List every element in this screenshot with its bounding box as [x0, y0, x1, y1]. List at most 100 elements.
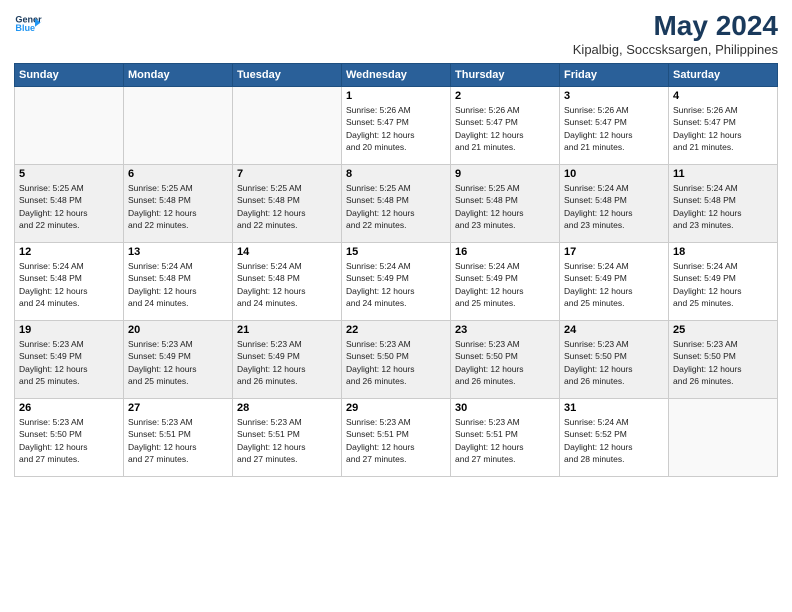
- day-info: Sunrise: 5:23 AM Sunset: 5:49 PM Dayligh…: [19, 338, 119, 387]
- day-info: Sunrise: 5:24 AM Sunset: 5:49 PM Dayligh…: [346, 260, 446, 309]
- day-number: 29: [346, 402, 446, 414]
- calendar-cell: 4Sunrise: 5:26 AM Sunset: 5:47 PM Daylig…: [669, 87, 778, 165]
- day-info: Sunrise: 5:23 AM Sunset: 5:49 PM Dayligh…: [128, 338, 228, 387]
- calendar-cell: 1 Sunrise: 5:26 AM Sunset: 5:47 PM Daylig…: [342, 87, 451, 165]
- day-info: Sunrise: 5:23 AM Sunset: 5:51 PM Dayligh…: [237, 416, 337, 465]
- calendar-cell: 17Sunrise: 5:24 AM Sunset: 5:49 PM Dayli…: [560, 243, 669, 321]
- calendar-cell: 21 Sunrise: 5:23 AM Sunset: 5:49 PM Dayli…: [233, 321, 342, 399]
- day-info: Sunrise: 5:24 AM Sunset: 5:48 PM Dayligh…: [564, 182, 664, 231]
- calendar-cell: 29 Sunrise: 5:23 AM Sunset: 5:51 PM Dayli…: [342, 399, 451, 477]
- day-number: 6: [128, 168, 228, 180]
- calendar-cell: 10 Sunrise: 5:24 AM Sunset: 5:48 PM Dayli…: [560, 165, 669, 243]
- day-info: Sunrise: 5:26 AM Sunset: 5:47 PM Dayligh…: [564, 104, 664, 153]
- logo: General Blue: [14, 10, 42, 38]
- calendar-cell: 16 Sunrise: 5:24 AM Sunset: 5:49 PM Dayli…: [451, 243, 560, 321]
- calendar-cell: 31 Sunrise: 5:24 AM Sunset: 5:52 PM Dayli…: [560, 399, 669, 477]
- calendar-cell: 24 Sunrise: 5:23 AM Sunset: 5:50 PM Dayli…: [560, 321, 669, 399]
- calendar-cell: 11 Sunrise: 5:24 AM Sunset: 5:48 PM Dayli…: [669, 165, 778, 243]
- day-number: 27: [128, 402, 228, 414]
- day-info: Sunrise: 5:23 AM Sunset: 5:50 PM Dayligh…: [455, 338, 555, 387]
- calendar-cell: 8 Sunrise: 5:25 AM Sunset: 5:48 PM Daylig…: [342, 165, 451, 243]
- calendar-cell: [124, 87, 233, 165]
- day-info: Sunrise: 5:26 AM Sunset: 5:47 PM Dayligh…: [455, 104, 555, 153]
- calendar-cell: [669, 399, 778, 477]
- col-header-thursday: Thursday: [451, 64, 560, 87]
- logo-icon: General Blue: [14, 10, 42, 38]
- week-row: 26 Sunrise: 5:23 AM Sunset: 5:50 PM Dayli…: [15, 399, 778, 477]
- day-number: 7: [237, 168, 337, 180]
- header: General Blue May 2024 Kipalbig, Soccsksa…: [14, 10, 778, 57]
- week-row: 19 Sunrise: 5:23 AM Sunset: 5:49 PM Dayli…: [15, 321, 778, 399]
- day-info: Sunrise: 5:23 AM Sunset: 5:51 PM Dayligh…: [128, 416, 228, 465]
- day-info: Sunrise: 5:25 AM Sunset: 5:48 PM Dayligh…: [346, 182, 446, 231]
- day-number: 8: [346, 168, 446, 180]
- calendar-table: SundayMondayTuesdayWednesdayThursdayFrid…: [14, 63, 778, 477]
- day-info: Sunrise: 5:24 AM Sunset: 5:48 PM Dayligh…: [673, 182, 773, 231]
- calendar-cell: 15 Sunrise: 5:24 AM Sunset: 5:49 PM Dayli…: [342, 243, 451, 321]
- day-number: 22: [346, 324, 446, 336]
- col-header-saturday: Saturday: [669, 64, 778, 87]
- day-number: 30: [455, 402, 555, 414]
- day-number: 11: [673, 168, 773, 180]
- day-number: 31: [564, 402, 664, 414]
- day-number: 15: [346, 246, 446, 258]
- day-number: 9: [455, 168, 555, 180]
- col-header-wednesday: Wednesday: [342, 64, 451, 87]
- calendar-cell: 13 Sunrise: 5:24 AM Sunset: 5:48 PM Dayli…: [124, 243, 233, 321]
- calendar-cell: 3Sunrise: 5:26 AM Sunset: 5:47 PM Daylig…: [560, 87, 669, 165]
- page: General Blue May 2024 Kipalbig, Soccsksa…: [0, 0, 792, 612]
- col-header-tuesday: Tuesday: [233, 64, 342, 87]
- day-number: 25: [673, 324, 773, 336]
- day-number: 12: [19, 246, 119, 258]
- day-number: 4: [673, 90, 773, 102]
- day-info: Sunrise: 5:24 AM Sunset: 5:52 PM Dayligh…: [564, 416, 664, 465]
- day-number: 1: [346, 90, 446, 102]
- day-info: Sunrise: 5:25 AM Sunset: 5:48 PM Dayligh…: [237, 182, 337, 231]
- day-number: 23: [455, 324, 555, 336]
- day-info: Sunrise: 5:24 AM Sunset: 5:48 PM Dayligh…: [128, 260, 228, 309]
- day-number: 14: [237, 246, 337, 258]
- col-header-monday: Monday: [124, 64, 233, 87]
- main-title: May 2024: [573, 10, 778, 42]
- calendar-cell: [233, 87, 342, 165]
- day-info: Sunrise: 5:23 AM Sunset: 5:50 PM Dayligh…: [564, 338, 664, 387]
- calendar-cell: 18Sunrise: 5:24 AM Sunset: 5:49 PM Dayli…: [669, 243, 778, 321]
- calendar-cell: 26 Sunrise: 5:23 AM Sunset: 5:50 PM Dayli…: [15, 399, 124, 477]
- calendar-cell: 22Sunrise: 5:23 AM Sunset: 5:50 PM Dayli…: [342, 321, 451, 399]
- title-block: May 2024 Kipalbig, Soccsksargen, Philipp…: [573, 10, 778, 57]
- day-info: Sunrise: 5:23 AM Sunset: 5:51 PM Dayligh…: [455, 416, 555, 465]
- day-info: Sunrise: 5:26 AM Sunset: 5:47 PM Dayligh…: [346, 104, 446, 153]
- day-number: 19: [19, 324, 119, 336]
- calendar-cell: 27 Sunrise: 5:23 AM Sunset: 5:51 PM Dayli…: [124, 399, 233, 477]
- day-number: 16: [455, 246, 555, 258]
- day-info: Sunrise: 5:24 AM Sunset: 5:49 PM Dayligh…: [455, 260, 555, 309]
- day-info: Sunrise: 5:25 AM Sunset: 5:48 PM Dayligh…: [128, 182, 228, 231]
- calendar-cell: 25Sunrise: 5:23 AM Sunset: 5:50 PM Dayli…: [669, 321, 778, 399]
- svg-text:Blue: Blue: [15, 23, 35, 33]
- day-number: 2: [455, 90, 555, 102]
- day-number: 21: [237, 324, 337, 336]
- day-number: 24: [564, 324, 664, 336]
- day-info: Sunrise: 5:23 AM Sunset: 5:49 PM Dayligh…: [237, 338, 337, 387]
- week-row: 1 Sunrise: 5:26 AM Sunset: 5:47 PM Daylig…: [15, 87, 778, 165]
- day-info: Sunrise: 5:24 AM Sunset: 5:48 PM Dayligh…: [19, 260, 119, 309]
- calendar-cell: 9 Sunrise: 5:25 AM Sunset: 5:48 PM Daylig…: [451, 165, 560, 243]
- day-number: 10: [564, 168, 664, 180]
- day-number: 5: [19, 168, 119, 180]
- day-number: 13: [128, 246, 228, 258]
- calendar-cell: 19 Sunrise: 5:23 AM Sunset: 5:49 PM Dayli…: [15, 321, 124, 399]
- calendar-cell: 6 Sunrise: 5:25 AM Sunset: 5:48 PM Daylig…: [124, 165, 233, 243]
- day-number: 26: [19, 402, 119, 414]
- day-info: Sunrise: 5:23 AM Sunset: 5:51 PM Dayligh…: [346, 416, 446, 465]
- calendar-cell: 2 Sunrise: 5:26 AM Sunset: 5:47 PM Daylig…: [451, 87, 560, 165]
- calendar-cell: 23 Sunrise: 5:23 AM Sunset: 5:50 PM Dayli…: [451, 321, 560, 399]
- day-info: Sunrise: 5:24 AM Sunset: 5:49 PM Dayligh…: [564, 260, 664, 309]
- day-info: Sunrise: 5:23 AM Sunset: 5:50 PM Dayligh…: [19, 416, 119, 465]
- day-info: Sunrise: 5:25 AM Sunset: 5:48 PM Dayligh…: [455, 182, 555, 231]
- calendar-cell: 5 Sunrise: 5:25 AM Sunset: 5:48 PM Daylig…: [15, 165, 124, 243]
- day-info: Sunrise: 5:25 AM Sunset: 5:48 PM Dayligh…: [19, 182, 119, 231]
- calendar-cell: 28Sunrise: 5:23 AM Sunset: 5:51 PM Dayli…: [233, 399, 342, 477]
- day-number: 20: [128, 324, 228, 336]
- day-number: 18: [673, 246, 773, 258]
- calendar-cell: [15, 87, 124, 165]
